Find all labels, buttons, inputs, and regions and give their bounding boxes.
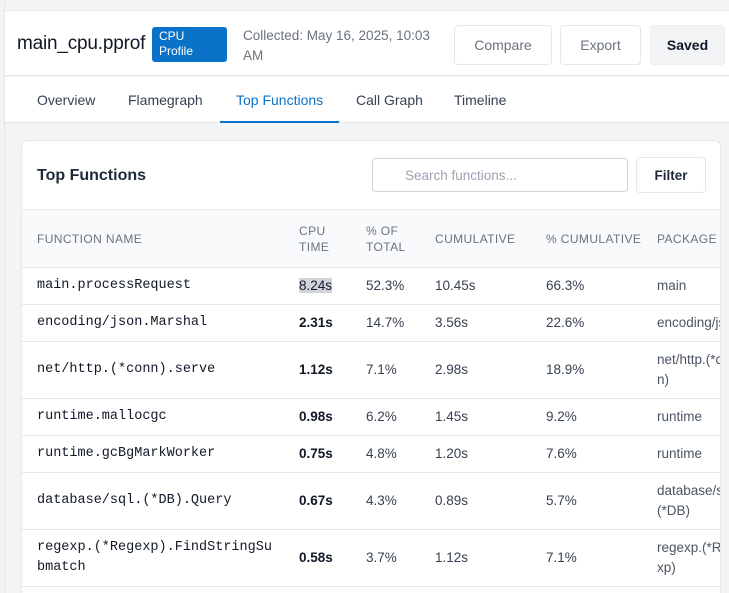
pct-total: 52.3% [351,267,420,305]
cumulative: 1.20s [420,435,531,473]
cumulative: 1.45s [420,398,531,436]
column-header-pct-cumulative[interactable]: % CUMULATIVE [531,209,642,268]
cumulative: 2.98s [420,341,531,399]
table-header-row: FUNCTION NAME CPU TIME % OF TOTAL CUMULA… [22,209,720,268]
pct-total: 6.2% [351,398,420,436]
function-name: regexp.(*Regexp).FindStringSubmatch [22,529,299,587]
compare-button[interactable]: Compare [454,25,552,65]
panel-title: Top Functions [37,167,147,184]
function-name: encoding/json.Marshal [22,304,299,342]
cpu-time: 1.12s [299,341,351,399]
cumulative: 3.56s [420,304,531,342]
package: regexp.(*Regexp) [642,529,720,587]
column-header-cumulative[interactable]: CUMULATIVE [420,209,531,268]
package: database/sql.(*DB) [642,472,720,530]
pct-cumulative: 7.1% [531,529,642,587]
function-name: runtime.mallocgc [22,398,299,436]
pct-total: 7.1% [351,341,420,399]
tab-call-graph[interactable]: Call Graph [340,77,439,123]
view-tabs: Overview Flamegraph Top Functions Call G… [5,77,729,123]
column-header-pct-total[interactable]: % OF TOTAL [351,209,420,268]
package: encoding/json [642,304,720,342]
pct-cumulative: 18.9% [531,341,642,399]
pct-total: 14.7% [351,304,420,342]
cpu-time: 0.98s [299,398,351,436]
table-row[interactable]: encoding/json.Marshal 2.31s 14.7% 3.56s … [22,304,720,342]
tab-timeline[interactable]: Timeline [438,77,522,123]
function-name: net/http.(*conn).serve [22,341,299,399]
saved-button[interactable]: Saved [650,25,725,65]
table-row[interactable]: regexp.(*Regexp).FindStringSubmatch 0.58… [22,529,720,587]
cpu-time: 0.67s [299,472,351,530]
package: runtime [642,398,720,436]
pct-total: 4.3% [351,472,420,530]
table-row[interactable]: database/sql.(*DB).Query 0.67s 4.3% 0.89… [22,472,720,530]
package: main [642,267,720,305]
column-header-package[interactable]: PACKAGE [642,209,720,268]
search-input[interactable] [372,158,628,192]
functions-table: FUNCTION NAME CPU TIME % OF TOTAL CUMULA… [22,209,720,587]
pct-cumulative: 9.2% [531,398,642,436]
function-name: main.processRequest [22,267,299,305]
export-button[interactable]: Export [560,25,641,65]
column-header-function[interactable]: FUNCTION NAME [22,209,299,268]
profile-page: main_cpu.pprof CPU Profile Collected: Ma… [4,0,729,593]
collected-timestamp: Collected: May 16, 2025, 10:03 AM [243,28,430,63]
file-title: main_cpu.pprof [17,33,146,54]
filter-button[interactable]: Filter [636,157,706,193]
cumulative: 0.89s [420,472,531,530]
pct-cumulative: 7.6% [531,435,642,473]
cpu-time: 0.58s [299,529,351,587]
profile-header: main_cpu.pprof CPU Profile Collected: Ma… [5,10,729,76]
cpu-time-highlight: 8.24s [299,278,333,293]
table-row[interactable]: runtime.mallocgc 0.98s 6.2% 1.45s 9.2% r… [22,398,720,436]
table-row[interactable]: net/http.(*conn).serve 1.12s 7.1% 2.98s … [22,341,720,399]
cpu-time: 0.75s [299,435,351,473]
table-row[interactable]: main.processRequest 8.24s 52.3% 10.45s 6… [22,267,720,305]
function-name: runtime.gcBgMarkWorker [22,435,299,473]
profile-type-badge: CPU Profile [152,27,227,62]
cpu-time: 2.31s [299,304,351,342]
package: runtime [642,435,720,473]
pct-total: 3.7% [351,529,420,587]
column-header-cpu-time[interactable]: CPU TIME [299,209,351,268]
pct-total: 4.8% [351,435,420,473]
cumulative: 1.12s [420,529,531,587]
pct-cumulative: 22.6% [531,304,642,342]
function-name: database/sql.(*DB).Query [22,472,299,530]
tab-flamegraph[interactable]: Flamegraph [112,77,219,123]
pct-cumulative: 5.7% [531,472,642,530]
tab-top-functions[interactable]: Top Functions [220,77,340,123]
table-row[interactable]: runtime.gcBgMarkWorker 0.75s 4.8% 1.20s … [22,435,720,473]
cumulative: 10.45s [420,267,531,305]
package: net/http.(*conn) [642,341,720,399]
pct-cumulative: 66.3% [531,267,642,305]
tab-overview[interactable]: Overview [21,77,111,123]
cpu-time: 8.24s [299,267,351,305]
top-functions-panel: Top Functions Filter FUNCTION NAME CPU T… [21,140,721,593]
